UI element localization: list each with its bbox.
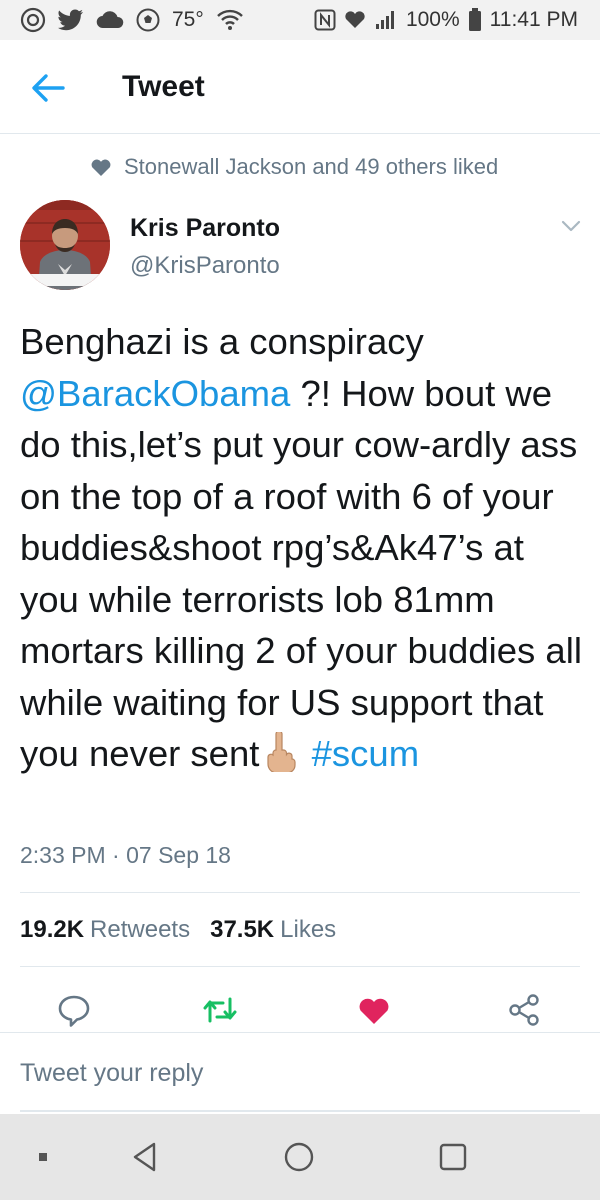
tweet-text: Benghazi is a conspiracy @BarackObama ?!… bbox=[20, 316, 586, 780]
like-heart-icon bbox=[359, 998, 389, 1024]
reply-underline bbox=[20, 1110, 580, 1112]
clock: 11:41 PM bbox=[489, 8, 578, 31]
camera-icon bbox=[20, 7, 46, 33]
avatar[interactable] bbox=[20, 200, 110, 290]
share-icon bbox=[509, 994, 539, 1026]
share-button[interactable] bbox=[504, 990, 544, 1030]
author-handle[interactable]: @KrisParonto bbox=[130, 252, 280, 280]
status-right-icons: 100% 11:41 PM bbox=[314, 6, 578, 34]
tweet-text-segment bbox=[301, 733, 311, 774]
tweet-text-segment: Benghazi is a conspiracy bbox=[20, 321, 424, 362]
hashtag-link[interactable]: #scum bbox=[312, 733, 420, 774]
nav-back-button[interactable] bbox=[128, 1140, 162, 1174]
reply-icon bbox=[58, 995, 90, 1027]
retweet-icon bbox=[203, 997, 237, 1023]
nfc-icon bbox=[314, 9, 336, 31]
cloud-icon bbox=[96, 11, 124, 29]
back-button[interactable] bbox=[28, 70, 68, 106]
tweet-text-segment: ?! How bout we do this,let’s put your co… bbox=[20, 372, 582, 775]
mention-link[interactable]: @BarackObama bbox=[20, 373, 290, 414]
middle-finger-emoji bbox=[263, 730, 297, 774]
back-arrow-icon bbox=[32, 74, 65, 102]
nav-dot-button[interactable] bbox=[26, 1140, 60, 1174]
wifi-icon bbox=[216, 9, 244, 31]
divider bbox=[20, 892, 580, 893]
soccer-ball-icon bbox=[136, 8, 160, 32]
likes-stat[interactable]: 37.5K Likes bbox=[210, 916, 336, 944]
temperature: 75° bbox=[172, 8, 204, 31]
heart-icon bbox=[91, 159, 111, 176]
nav-home-button[interactable] bbox=[282, 1140, 316, 1174]
tweet-timestamp[interactable]: 2:33 PM · 07 Sep 18 bbox=[20, 842, 231, 869]
reply-placeholder: Tweet your reply bbox=[20, 1059, 204, 1087]
dot-icon bbox=[39, 1153, 47, 1161]
reply-input[interactable]: Tweet your reply bbox=[0, 1032, 600, 1110]
tweet-actions bbox=[0, 990, 600, 1030]
social-context-text: Stonewall Jackson and 49 others liked bbox=[124, 154, 499, 179]
app-header: Tweet bbox=[0, 40, 600, 134]
chevron-down-icon bbox=[561, 220, 581, 232]
battery-icon bbox=[468, 8, 482, 32]
cell-signal-icon bbox=[374, 9, 398, 31]
social-context[interactable]: Stonewall Jackson and 49 others liked bbox=[90, 152, 498, 182]
retweets-label: Retweets bbox=[90, 916, 191, 943]
likes-count: 37.5K bbox=[210, 916, 275, 943]
status-left-icons: 75° bbox=[20, 6, 244, 34]
retweets-stat[interactable]: 19.2K Retweets bbox=[20, 916, 190, 944]
retweet-button[interactable] bbox=[200, 990, 240, 1030]
home-circle-icon bbox=[284, 1142, 314, 1172]
likes-label: Likes bbox=[280, 916, 337, 943]
tweet-options-button[interactable] bbox=[560, 218, 582, 234]
back-triangle-icon bbox=[133, 1142, 156, 1172]
twitter-bird-icon bbox=[58, 9, 84, 31]
heart-signal-icon bbox=[344, 10, 366, 30]
battery-percent: 100% bbox=[405, 8, 460, 31]
status-bar: 75° 100% 11:41 PM bbox=[0, 0, 600, 40]
reply-button[interactable] bbox=[54, 990, 94, 1030]
android-nav-bar bbox=[0, 1114, 600, 1200]
divider bbox=[20, 966, 580, 967]
nav-recents-button[interactable] bbox=[436, 1140, 470, 1174]
retweets-count: 19.2K bbox=[20, 916, 85, 943]
tweet-stats: 19.2K Retweets 37.5K Likes bbox=[20, 916, 336, 944]
recents-square-icon bbox=[439, 1143, 467, 1171]
author-name[interactable]: Kris Paronto bbox=[130, 214, 280, 243]
like-button[interactable] bbox=[354, 990, 394, 1030]
page-title: Tweet bbox=[122, 70, 205, 103]
